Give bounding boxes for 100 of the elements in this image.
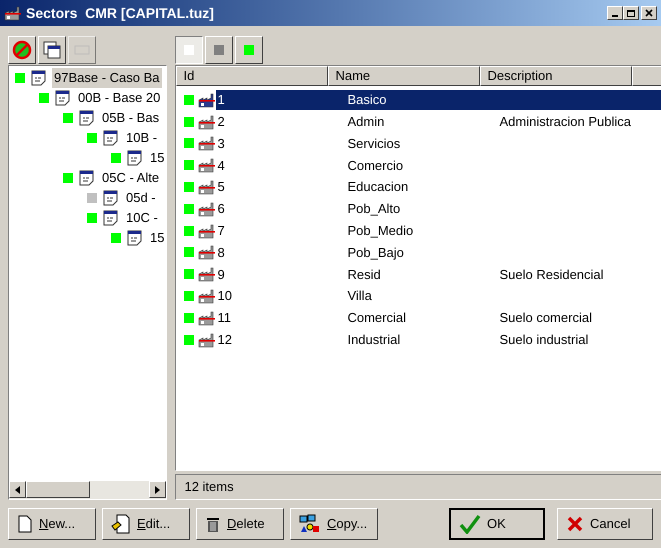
table-cell-text: Industrial [347, 330, 402, 349]
table-cell-text: Comercio [347, 156, 404, 175]
document-icon [103, 210, 118, 226]
table-cell-text: Administracion Publica [499, 112, 631, 131]
list-row[interactable]: 4 Comercio [216, 155, 661, 176]
table-cell-text: Servicios [347, 134, 402, 153]
table-cell-text: 4 [216, 156, 226, 175]
factory-icon [198, 222, 216, 239]
factory-icon [198, 288, 216, 304]
table-cell-text: Villa [347, 287, 373, 306]
document-icon [103, 130, 118, 146]
filter-toggle[interactable] [175, 36, 204, 64]
trash-icon [205, 515, 221, 533]
table-cell-text: Suelo comercial [499, 309, 592, 328]
action-button[interactable]: Delete [196, 508, 284, 540]
action-button[interactable]: New... [8, 508, 96, 540]
table-cell-text: Pob_Bajo [347, 244, 405, 262]
list-row[interactable]: 1 Basico [216, 90, 661, 110]
factory-icon [198, 266, 216, 282]
scroll-left-button[interactable] [9, 481, 26, 498]
factory-icon [198, 200, 216, 217]
ok-button[interactable]: OK [449, 508, 545, 540]
document-icon [79, 110, 94, 126]
factory-icon [198, 332, 216, 348]
list-row[interactable]: 6 Pob_Alto [216, 198, 661, 219]
toolbar-button[interactable] [8, 36, 36, 64]
check-icon [459, 514, 481, 534]
table-cell-text: 6 [216, 200, 226, 218]
factory-icon [198, 135, 216, 152]
tree-item[interactable]: 15 [148, 148, 166, 168]
table-cell-text: 11 [216, 309, 232, 328]
tree-item[interactable]: 05C - Alte [100, 168, 162, 188]
list-row[interactable]: 8 Pob_Bajo [216, 242, 661, 262]
factory-icon [198, 310, 216, 326]
tree-item[interactable]: 05B - Bas [100, 108, 162, 128]
list-row[interactable]: 11 Comercial Suelo comercial [216, 308, 661, 328]
column-header[interactable]: Description [480, 66, 632, 86]
action-button[interactable]: Copy... [290, 508, 378, 540]
close-icon [645, 9, 653, 17]
tree-item[interactable]: 00B - Base 20 [76, 88, 162, 108]
toolbar-button[interactable] [38, 36, 66, 64]
table-cell-text: Suelo industrial [499, 330, 588, 349]
table-cell-text: Comercial [347, 309, 407, 328]
table-cell-text: Suelo Residencial [499, 266, 604, 284]
list-row[interactable]: 5 Educacion [216, 177, 661, 198]
factory-icon [198, 114, 216, 130]
left-arrow-icon [15, 486, 20, 494]
table-cell-text: Educacion [347, 178, 410, 196]
column-header[interactable]: Id [176, 66, 328, 86]
table-cell-text: 9 [216, 266, 226, 284]
no-entry-icon [12, 40, 32, 60]
factory-icon [198, 92, 216, 108]
cancel-button[interactable]: Cancel [557, 508, 653, 540]
page-icon [17, 515, 33, 533]
factory-icon [198, 157, 216, 174]
table-cell-text: 7 [216, 222, 226, 240]
horizontal-scrollbar[interactable] [9, 481, 166, 499]
table-cell-text: 3 [216, 134, 226, 153]
list-row[interactable]: 10 Villa [216, 286, 661, 306]
factory-icon [4, 5, 22, 21]
tree-item[interactable]: 15 [148, 228, 166, 248]
factory-icon [198, 244, 216, 260]
tree-item[interactable]: 97Base - Caso Ba [52, 68, 162, 88]
action-button[interactable]: Edit... [102, 508, 190, 540]
documents-icon [42, 40, 62, 60]
cross-icon [566, 515, 584, 533]
table-cell-text: Pob_Alto [347, 200, 402, 218]
minimize-button[interactable] [607, 6, 623, 20]
list-row[interactable]: 7 Pob_Medio [216, 220, 661, 241]
document-icon [127, 230, 142, 246]
maximize-button[interactable] [623, 6, 639, 20]
right-arrow-icon [155, 486, 160, 494]
table-cell-text: 10 [216, 287, 233, 306]
list-row[interactable]: 9 Resid Suelo Residencial [216, 264, 661, 284]
list-row[interactable]: 12 Industrial Suelo industrial [216, 330, 661, 350]
tree-item[interactable]: 10C - [124, 208, 160, 228]
document-icon [31, 70, 46, 86]
table-cell-text: 1 [216, 91, 226, 110]
table-cell-text: 2 [216, 112, 226, 131]
scroll-right-button[interactable] [149, 481, 166, 498]
close-button[interactable] [641, 6, 657, 20]
table-cell-text: Pob_Medio [347, 222, 414, 240]
column-header[interactable]: Name [328, 66, 480, 86]
document-icon [55, 90, 70, 106]
table-cell-text: 12 [216, 330, 233, 349]
tree-item[interactable]: 05d - [124, 188, 158, 208]
table-cell-text: Resid [347, 266, 382, 284]
list-row[interactable]: 3 Servicios [216, 133, 661, 154]
list-row[interactable]: 2 Admin Administracion Publica [216, 112, 661, 132]
table-cell-text: Basico [347, 91, 388, 110]
factory-icon [198, 179, 216, 196]
document-icon [127, 150, 142, 166]
window-title: Sectors CMR [CAPITAL.tuz] [26, 4, 214, 23]
table-cell-text: 5 [216, 178, 226, 196]
tree-item[interactable]: 10B - [124, 128, 160, 148]
document-icon [103, 190, 118, 206]
edit-page-icon [111, 514, 131, 534]
status-text: 12 items [184, 478, 234, 496]
table-cell-text: Admin [347, 112, 386, 131]
scroll-thumb[interactable] [26, 481, 90, 498]
